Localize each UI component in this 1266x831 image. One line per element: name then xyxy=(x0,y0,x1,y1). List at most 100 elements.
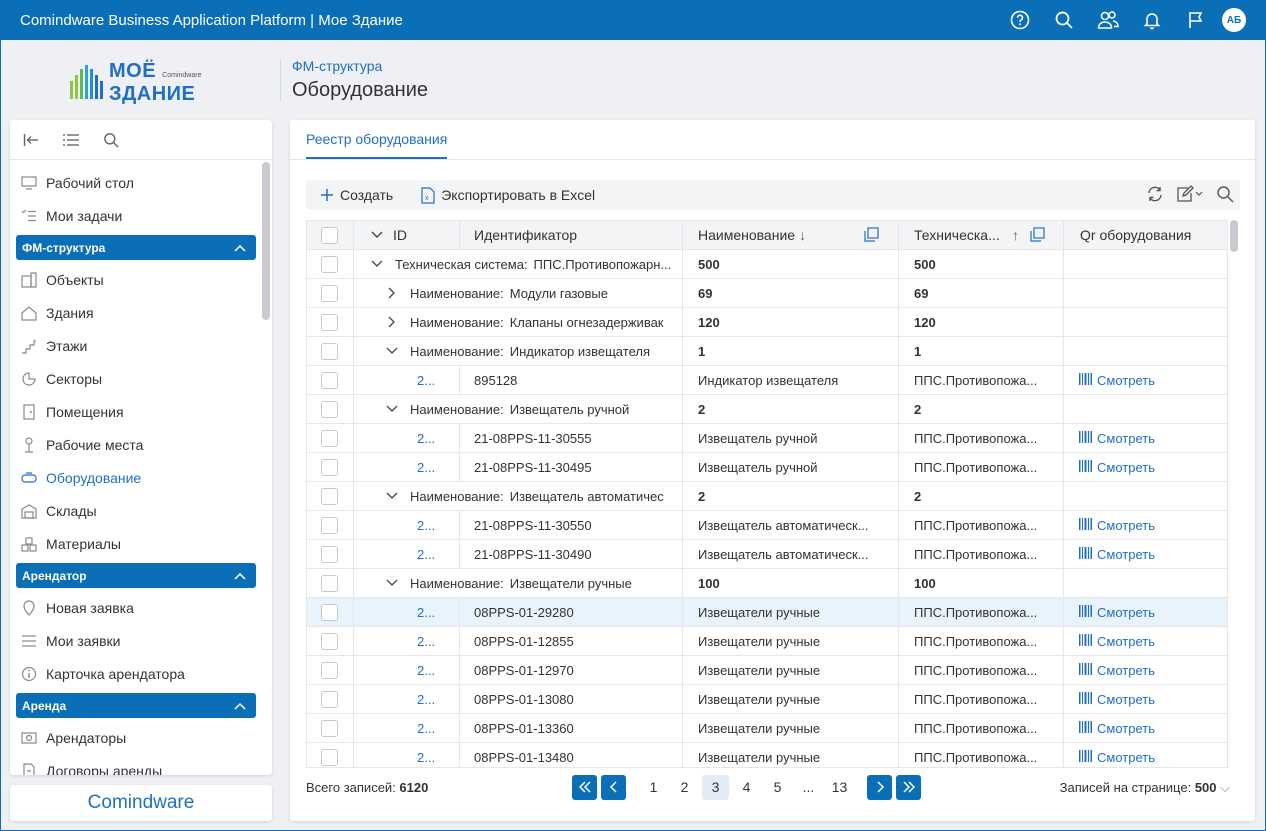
edit-view-icon[interactable] xyxy=(1176,184,1204,206)
sidebar-item[interactable]: Арендаторы xyxy=(16,721,256,754)
copy-icon[interactable] xyxy=(864,227,879,245)
column-name[interactable]: Наименование ↓ xyxy=(698,221,898,249)
sidebar-search-icon[interactable] xyxy=(98,127,124,153)
table-row[interactable]: 2... 21-08PPS-11-30550 Извещатель автомати… xyxy=(307,511,1227,540)
group-row[interactable]: Наименование: Клапаны огнезадерживак 120 12… xyxy=(307,308,1227,337)
row-checkbox[interactable] xyxy=(321,343,338,360)
next-page-button[interactable] xyxy=(867,774,892,800)
sidebar-item[interactable]: Материалы xyxy=(16,527,256,560)
row-id-link[interactable]: 2... xyxy=(417,540,457,568)
row-id-link[interactable]: 2... xyxy=(417,424,457,452)
row-id-link[interactable]: 2... xyxy=(417,366,457,394)
row-id-link[interactable]: 2... xyxy=(417,598,457,626)
per-page-select[interactable]: Записей на странице: 500 ⌵ xyxy=(1060,780,1230,796)
row-checkbox[interactable] xyxy=(321,314,338,331)
qr-view-link[interactable]: Смотреть xyxy=(1079,685,1219,713)
row-id-link[interactable]: 2... xyxy=(417,656,457,684)
sidebar-item[interactable]: Оборудование xyxy=(16,461,256,494)
table-row[interactable]: 2... 08PPS-01-13080 Извещатели ручные ППС.П… xyxy=(307,685,1227,714)
row-checkbox[interactable] xyxy=(321,430,338,447)
column-qr[interactable]: Qr оборудования xyxy=(1080,221,1220,249)
users-icon[interactable] xyxy=(1086,0,1130,40)
sidebar-scrollbar[interactable] xyxy=(262,162,270,320)
avatar[interactable]: АБ xyxy=(1222,8,1246,32)
export-excel-button[interactable]: x Экспортировать в Excel xyxy=(407,180,609,210)
page-number[interactable]: 5 xyxy=(764,775,791,800)
row-checkbox[interactable] xyxy=(321,604,338,621)
row-id-link[interactable]: 2... xyxy=(417,511,457,539)
row-id-link[interactable]: 2... xyxy=(417,453,457,481)
row-checkbox[interactable] xyxy=(321,401,338,418)
bell-icon[interactable] xyxy=(1130,0,1174,40)
page-number[interactable]: 2 xyxy=(671,775,698,800)
row-checkbox[interactable] xyxy=(321,575,338,592)
chevron-down-icon[interactable] xyxy=(384,343,400,359)
page-number[interactable]: 13 xyxy=(826,775,853,800)
row-id-link[interactable]: 2... xyxy=(417,627,457,655)
qr-view-link[interactable]: Смотреть xyxy=(1079,598,1219,626)
sidebar-item[interactable]: Этажи xyxy=(16,329,256,362)
chevron-down-icon[interactable] xyxy=(384,401,400,417)
row-checkbox[interactable] xyxy=(321,720,338,737)
tab-equipment-registry[interactable]: Реестр оборудования xyxy=(306,120,448,159)
row-checkbox[interactable] xyxy=(321,256,338,273)
qr-view-link[interactable]: Смотреть xyxy=(1079,656,1219,684)
sidebar-item[interactable]: Мои задачи xyxy=(16,199,256,232)
group-row[interactable]: Наименование: Индикатор извещателя 1 1 xyxy=(307,337,1227,366)
row-id-link[interactable]: 2... xyxy=(417,743,457,767)
last-page-button[interactable] xyxy=(896,774,921,800)
row-checkbox[interactable] xyxy=(321,546,338,563)
row-checkbox[interactable] xyxy=(321,633,338,650)
group-row[interactable]: Наименование: Извещатели ручные 100 100 xyxy=(307,569,1227,598)
sidebar-item[interactable]: Рабочий стол xyxy=(16,166,256,199)
row-checkbox[interactable] xyxy=(321,691,338,708)
chevron-right-icon[interactable] xyxy=(384,314,400,330)
flag-icon[interactable] xyxy=(1174,0,1218,40)
row-checkbox[interactable] xyxy=(321,372,338,389)
refresh-icon[interactable] xyxy=(1146,185,1164,206)
collapse-sidebar-icon[interactable] xyxy=(18,127,44,153)
grid-search-icon[interactable] xyxy=(1216,185,1234,206)
grid-scrollbar[interactable] xyxy=(1230,220,1238,252)
qr-view-link[interactable]: Смотреть xyxy=(1079,540,1219,568)
qr-view-link[interactable]: Смотреть xyxy=(1079,743,1219,767)
row-checkbox[interactable] xyxy=(321,285,338,302)
sidebar-item[interactable]: Здания xyxy=(16,296,256,329)
qr-view-link[interactable]: Смотреть xyxy=(1079,424,1219,452)
column-tech-system[interactable]: Техническа... ↑ xyxy=(914,221,1064,249)
table-row[interactable]: 2... 08PPS-01-13480 Извещатели ручные ППС.П… xyxy=(307,743,1227,767)
column-identifier[interactable]: Идентификатор xyxy=(474,221,674,249)
column-id[interactable]: ID xyxy=(369,221,459,249)
table-row[interactable]: 2... 08PPS-01-13360 Извещатели ручные ППС.П… xyxy=(307,714,1227,743)
select-all-checkbox[interactable] xyxy=(321,227,338,244)
prev-page-button[interactable] xyxy=(601,774,626,800)
page-number[interactable]: 3 xyxy=(702,774,729,800)
row-checkbox[interactable] xyxy=(321,749,338,766)
page-number[interactable]: 4 xyxy=(733,775,760,800)
sidebar-section-header[interactable]: Арендатор xyxy=(16,563,256,588)
sidebar-item[interactable]: Секторы xyxy=(16,362,256,395)
table-row[interactable]: 2... 21-08PPS-11-30495 Извещатель ручной ПП… xyxy=(307,453,1227,482)
sidebar-item[interactable]: Карточка арендатора xyxy=(16,657,256,690)
copy-icon[interactable] xyxy=(1030,227,1045,245)
row-checkbox[interactable] xyxy=(321,517,338,534)
sidebar-item[interactable]: Рабочие места xyxy=(16,428,256,461)
qr-view-link[interactable]: Смотреть xyxy=(1079,511,1219,539)
sidebar-section-header[interactable]: Аренда xyxy=(16,693,256,718)
row-checkbox[interactable] xyxy=(321,488,338,505)
row-checkbox[interactable] xyxy=(321,662,338,679)
help-icon[interactable] xyxy=(998,0,1042,40)
qr-view-link[interactable]: Смотреть xyxy=(1079,453,1219,481)
table-row[interactable]: 2... 08PPS-01-12855 Извещатели ручные ППС.П… xyxy=(307,627,1227,656)
sidebar-item[interactable]: Объекты xyxy=(16,263,256,296)
qr-view-link[interactable]: Смотреть xyxy=(1079,366,1219,394)
table-row[interactable]: 2... 08PPS-01-29280 Извещатели ручные ППС.П… xyxy=(307,598,1227,627)
row-checkbox[interactable] xyxy=(321,459,338,476)
chevron-down-icon[interactable] xyxy=(384,575,400,591)
table-row[interactable]: 2... 21-08PPS-11-30490 Извещатель автомати… xyxy=(307,540,1227,569)
chevron-down-icon[interactable] xyxy=(384,488,400,504)
create-button[interactable]: Создать xyxy=(306,180,407,210)
search-icon[interactable] xyxy=(1042,0,1086,40)
sidebar-item[interactable]: Помещения xyxy=(16,395,256,428)
first-page-button[interactable] xyxy=(572,774,597,800)
